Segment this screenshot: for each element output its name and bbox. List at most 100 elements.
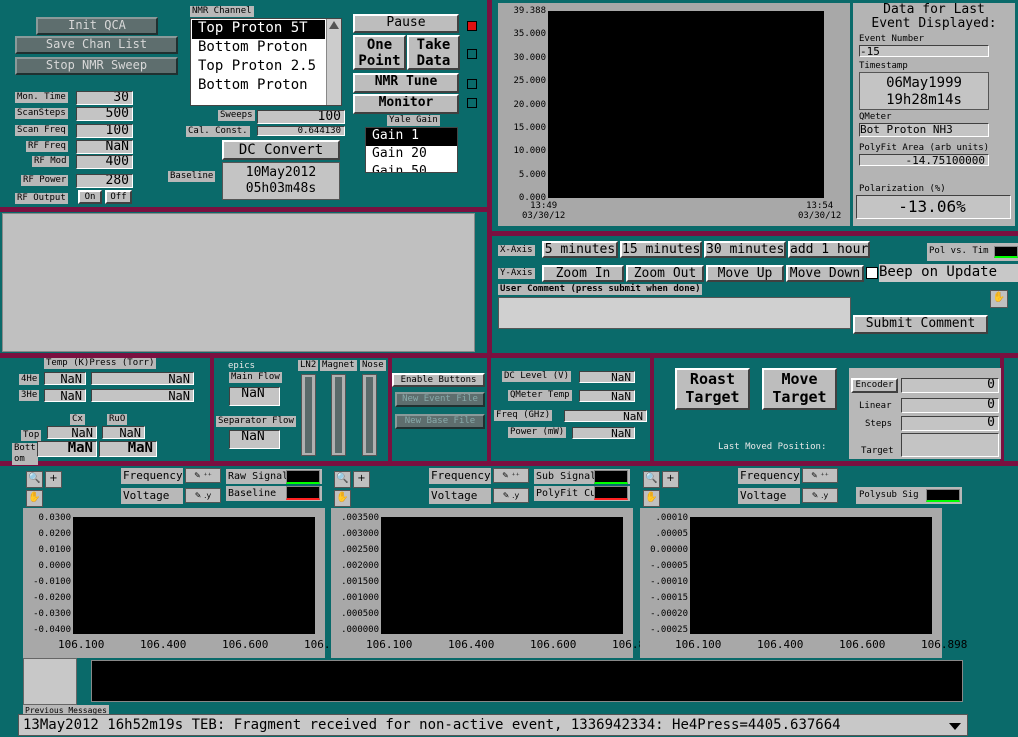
steps-field[interactable]: 0 bbox=[901, 416, 999, 431]
param-field[interactable]: NaN bbox=[76, 140, 133, 154]
list-item[interactable]: Gain 50 bbox=[366, 164, 457, 172]
list-item[interactable]: Gain 20 bbox=[366, 146, 457, 164]
nmr-channel-list[interactable]: Top Proton 5T Bottom Proton Top Proton 2… bbox=[190, 18, 342, 106]
axis-format-icon[interactable]: ✎ ⁺⁺ bbox=[493, 468, 529, 483]
epics-label: epics bbox=[228, 361, 256, 371]
x-tick-label: 106.600 bbox=[839, 638, 886, 651]
param-field[interactable]: 100 bbox=[76, 124, 133, 138]
main-flow-label: Main Flow bbox=[229, 372, 282, 383]
move-target-button[interactable]: Move Target bbox=[762, 368, 837, 410]
previous-messages-box[interactable] bbox=[23, 658, 77, 705]
init-qca-button[interactable]: Init QCA bbox=[36, 17, 158, 35]
y-tick-label: 0.0000 bbox=[38, 561, 71, 571]
monitor-button[interactable]: Monitor bbox=[353, 94, 459, 114]
nmr-channel-label: NMR Channel bbox=[190, 6, 254, 17]
dc-param-field: NaN bbox=[579, 371, 635, 383]
y-tick-label: .003000 bbox=[341, 529, 379, 539]
pause-button[interactable]: Pause bbox=[353, 14, 459, 33]
y-tick-label: 0.000 bbox=[518, 193, 546, 204]
roast-target-button[interactable]: Roast Target bbox=[675, 368, 750, 410]
axis-format-icon[interactable]: ✎ .y bbox=[185, 488, 221, 503]
param-field[interactable]: 30 bbox=[76, 91, 133, 105]
main-flow-field: NaN bbox=[229, 387, 280, 406]
bottom-label: Bott om bbox=[12, 443, 38, 465]
nmr-tune-button[interactable]: NMR Tune bbox=[353, 73, 459, 93]
x-axis-3-button[interactable]: add 1 hour bbox=[788, 241, 870, 258]
dc-param-label: DC Level (V) bbox=[502, 371, 572, 382]
zoom-icon[interactable]: 🔍 bbox=[643, 471, 660, 488]
y-axis-1-button[interactable]: Zoom Out bbox=[626, 265, 704, 282]
axis-format-icon[interactable]: ✎ ⁺⁺ bbox=[185, 468, 221, 483]
new-event-file-button: New Event File bbox=[395, 392, 485, 407]
zoom-icon[interactable]: 🔍 bbox=[26, 471, 43, 488]
onepoint-indicator bbox=[467, 49, 477, 59]
list-item[interactable]: Bottom Proton bbox=[192, 39, 325, 58]
user-comment-input[interactable] bbox=[498, 297, 851, 329]
list-item[interactable]: Top Proton 2.5 bbox=[192, 58, 325, 77]
hand-icon[interactable]: ✋ bbox=[334, 490, 351, 507]
save-chan-list-button[interactable]: Save Chan List bbox=[15, 36, 178, 54]
y-tick-label: 15.000 bbox=[513, 123, 546, 133]
rf-off-button[interactable]: Off bbox=[105, 190, 132, 204]
param-field[interactable]: 400 bbox=[76, 155, 133, 169]
plus-icon[interactable]: + bbox=[353, 471, 370, 488]
rf-on-button[interactable]: On bbox=[78, 190, 102, 204]
divider bbox=[0, 461, 1018, 466]
beep-checkbox[interactable] bbox=[866, 267, 878, 279]
y-tick-label: 39.388 bbox=[513, 6, 546, 16]
plus-icon[interactable]: + bbox=[662, 471, 679, 488]
he3-press-field: NaN bbox=[91, 389, 194, 402]
list-item[interactable]: Gain 1 bbox=[366, 128, 457, 146]
x-axis-2-button[interactable]: 30 minutes bbox=[704, 241, 786, 258]
axis-format-icon[interactable]: ✎ ⁺⁺ bbox=[802, 468, 838, 483]
x-axis-end: 13:54 03/30/12 bbox=[798, 201, 842, 221]
magnet-level-bar bbox=[331, 374, 346, 456]
dc-param-field: NaN bbox=[572, 427, 635, 439]
baseline-timestamp: 10May2012 05h03m48s bbox=[222, 162, 340, 200]
monitor-indicator bbox=[467, 98, 477, 108]
one-point-button[interactable]: One Point bbox=[353, 35, 406, 70]
hand-icon[interactable]: ✋ bbox=[643, 490, 660, 507]
gain-list[interactable]: Gain 1 Gain 20 Gain 50 bbox=[365, 127, 458, 173]
plus-icon[interactable]: + bbox=[45, 471, 62, 488]
x-axis-1-button[interactable]: 15 minutes bbox=[620, 241, 702, 258]
param-label: Scan Freq bbox=[15, 125, 68, 136]
enable-buttons-button[interactable]: Enable Buttons bbox=[392, 373, 485, 387]
x-axis-0-button[interactable]: 5 minutes bbox=[542, 241, 618, 258]
axis-format-icon[interactable]: ✎ .y bbox=[802, 488, 838, 503]
list-item[interactable]: Top Proton 5T bbox=[192, 20, 325, 39]
linear-field: 0 bbox=[901, 398, 999, 413]
encoder-button[interactable]: Encoder bbox=[851, 378, 898, 393]
plot-area bbox=[73, 517, 315, 634]
hand-icon[interactable]: ✋ bbox=[26, 490, 43, 507]
zoom-icon[interactable]: 🔍 bbox=[334, 471, 351, 488]
sweeps-field[interactable]: 100 bbox=[257, 110, 345, 124]
polyfit-label: PolyFit Area (arb units) bbox=[859, 143, 990, 153]
param-field[interactable]: 280 bbox=[76, 174, 133, 188]
axis-format-icon[interactable]: ✎ .y bbox=[493, 488, 529, 503]
steps-label: Steps bbox=[865, 419, 893, 429]
divider bbox=[487, 358, 491, 461]
yale-gain-label: Yale Gain bbox=[387, 115, 440, 126]
scroll-up-icon[interactable] bbox=[329, 21, 339, 29]
y-axis-3-button[interactable]: Move Down bbox=[786, 265, 864, 282]
y-axis-2-button[interactable]: Move Up bbox=[706, 265, 784, 282]
y-axis-0-button[interactable]: Zoom In bbox=[542, 265, 624, 282]
param-field[interactable]: 500 bbox=[76, 107, 133, 121]
y-tick-label: -.00025 bbox=[650, 625, 688, 635]
he4-label: 4He bbox=[19, 374, 40, 385]
timestamp-box: 06May1999 19h28m14s bbox=[859, 72, 989, 110]
hand-icon[interactable]: ✋ bbox=[990, 290, 1008, 308]
target-field[interactable] bbox=[901, 433, 999, 457]
divider bbox=[650, 358, 654, 461]
scrollbar[interactable] bbox=[326, 19, 341, 105]
stop-nmr-sweep-button[interactable]: Stop NMR Sweep bbox=[15, 57, 178, 75]
y-tick-label: 10.000 bbox=[513, 146, 546, 157]
dropdown-arrow-icon[interactable] bbox=[949, 723, 961, 730]
take-data-button[interactable]: Take Data bbox=[407, 35, 460, 70]
y-tick-label: 0.0300 bbox=[38, 513, 71, 523]
dc-convert-button[interactable]: DC Convert bbox=[222, 140, 340, 160]
x-axis-start: 13:49 03/30/12 bbox=[522, 201, 566, 221]
submit-comment-button[interactable]: Submit Comment bbox=[853, 315, 988, 334]
list-item[interactable]: Bottom Proton bbox=[192, 77, 325, 96]
